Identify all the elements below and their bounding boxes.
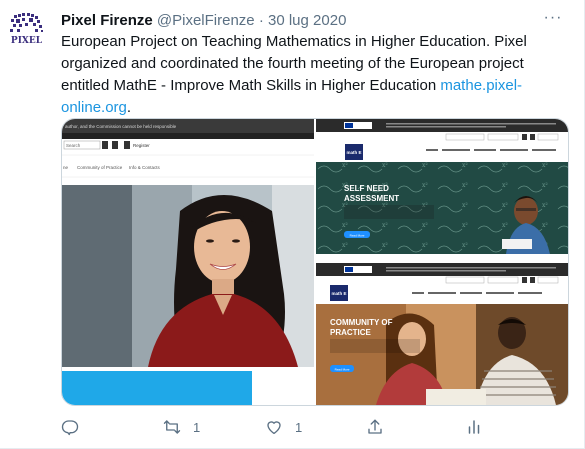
tweet-link[interactable]: online.org <box>61 99 127 116</box>
tweet-text-line: European Project on Teaching Mathematics… <box>61 33 527 50</box>
nav-item: Community of Practice <box>77 165 123 170</box>
tweet-text-line: online.org. <box>61 97 551 119</box>
website-screenshot-self-assessment: math E x² SELF NEED ASSESSMENT <box>316 119 568 261</box>
heart-icon <box>267 421 281 435</box>
tweet-card[interactable]: PIXEL Pixel Firenze @PixelFirenze · 30 l… <box>0 0 585 449</box>
tweet-text-segment: entitled MathE - Improve Math Skills in … <box>61 77 441 94</box>
media-grid: author, and the Commission cannot be hel… <box>61 118 569 406</box>
avatar-wordmark: PIXEL <box>11 36 43 46</box>
hero-title-line: ASSESSMENT <box>344 194 399 203</box>
separator: · <box>258 12 264 29</box>
avatar[interactable]: PIXEL <box>5 9 48 52</box>
retweet-icon <box>163 420 181 434</box>
like-button[interactable]: 1 <box>265 416 302 438</box>
tweet-text-segment: . <box>126 99 132 116</box>
tweet-header: Pixel Firenze @PixelFirenze · 30 lug 202… <box>61 11 544 31</box>
share-icon <box>368 419 382 434</box>
read-more-label: Read More <box>350 234 365 238</box>
author-handle[interactable]: @PixelFirenze <box>157 12 255 29</box>
nav-item: Info & Contacts <box>129 165 161 170</box>
hero-title-line: COMMUNITY OF <box>330 318 393 327</box>
tweet-text-line: entitled MathE - Improve Math Skills in … <box>61 75 551 97</box>
analytics-icon <box>468 420 480 434</box>
website-screenshot-left: author, and the Commission cannot be hel… <box>62 119 314 405</box>
logo-text: math E <box>346 150 361 155</box>
reply-button[interactable] <box>61 416 91 438</box>
hero-title-line: PRACTICE <box>330 328 372 337</box>
analytics-button[interactable] <box>465 416 483 438</box>
hero-title-line: SELF NEED <box>344 184 389 193</box>
nav-item: ne <box>63 165 69 170</box>
top-bar-text: author, and the Commission cannot be hel… <box>65 124 177 129</box>
website-screenshot-community: math E COMMUNITY OF PRACTICE Read More <box>316 263 568 405</box>
like-count: 1 <box>295 419 303 435</box>
media-image-right-bottom[interactable]: math E COMMUNITY OF PRACTICE Read More <box>316 263 568 405</box>
media-image-right-top[interactable]: math E x² SELF NEED ASSESSMENT <box>316 119 568 261</box>
read-more-label: Read More <box>335 368 350 372</box>
tweet-link[interactable]: mathe.pixel- <box>440 77 522 94</box>
retweet-count: 1 <box>193 419 201 435</box>
media-image-left[interactable]: author, and the Commission cannot be hel… <box>62 119 314 405</box>
tweet-date[interactable]: 30 lug 2020 <box>268 12 346 29</box>
register-label: Register <box>133 143 150 148</box>
register-icon <box>124 141 130 149</box>
pixel-logo-icon: PIXEL <box>5 9 48 52</box>
reply-icon <box>61 420 79 436</box>
tweet-actions: 1 1 <box>61 416 501 438</box>
tweet-text-line: organized and coordinated the fourth mee… <box>61 55 524 72</box>
share-button[interactable] <box>366 416 384 438</box>
more-options-icon[interactable]: ··· <box>543 9 563 29</box>
author-name[interactable]: Pixel Firenze <box>61 12 153 29</box>
search-placeholder: Search <box>66 143 81 148</box>
logo-text: math E <box>331 291 346 296</box>
retweet-button[interactable]: 1 <box>163 416 200 438</box>
tweet-text: European Project on Teaching Mathematics… <box>61 31 551 119</box>
